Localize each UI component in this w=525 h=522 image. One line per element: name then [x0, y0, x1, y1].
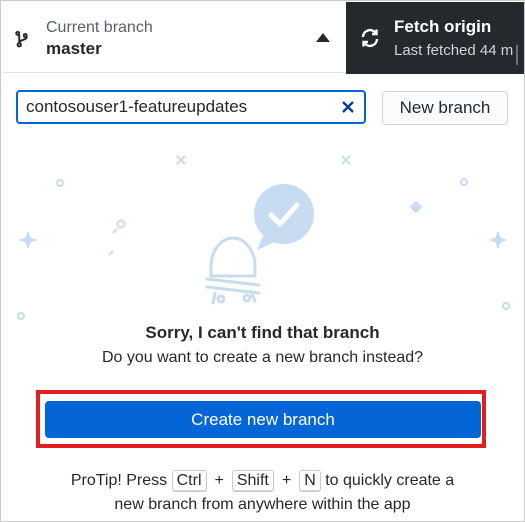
check-bubble-icon	[254, 184, 314, 250]
branch-text: Current branch master	[46, 18, 153, 60]
branch-panel: Current branch master Fetch origin Last …	[0, 0, 525, 522]
protip-prefix: ProTip! Press	[70, 472, 168, 489]
current-branch-label: Current branch	[46, 19, 153, 36]
fetch-subtitle: Last fetched 44 m	[394, 42, 514, 59]
current-branch-dropdown[interactable]: Current branch master	[2, 2, 346, 73]
sync-icon	[361, 28, 379, 48]
fetch-title: Fetch origin	[394, 17, 492, 36]
protip-suffix: to quickly create a	[325, 472, 455, 489]
plus-sign: +	[214, 472, 224, 489]
key-ctrl: Ctrl	[171, 470, 207, 492]
fetch-origin-button[interactable]: Fetch origin Last fetched 44 m	[346, 2, 524, 74]
lightbulb-icon	[205, 236, 261, 305]
create-new-branch-button[interactable]: Create new branch	[45, 401, 481, 438]
key-n: N	[299, 470, 321, 492]
header-divider	[516, 45, 518, 65]
branch-filter-input[interactable]	[16, 90, 366, 124]
close-icon[interactable]	[341, 100, 355, 114]
protip-text: ProTip! Press Ctrl + Shift + N to quickly cr…	[1, 469, 524, 517]
empty-state-title: Sorry, I can't find that branch	[145, 323, 380, 342]
key-shift: Shift	[231, 470, 274, 492]
caret-up-icon	[316, 33, 330, 42]
protip-line2: new branch from anywhere within the app	[114, 496, 411, 513]
x-mark-icon	[176, 155, 186, 165]
git-branch-icon	[15, 30, 28, 48]
empty-state-illustration	[17, 155, 510, 320]
new-branch-button[interactable]: New branch	[382, 91, 508, 125]
empty-state-subtitle: Do you want to create a new branch inste…	[101, 349, 424, 366]
x-mark-icon	[341, 155, 351, 165]
plus-sign: +	[281, 472, 292, 489]
current-branch-name: master	[46, 39, 102, 58]
